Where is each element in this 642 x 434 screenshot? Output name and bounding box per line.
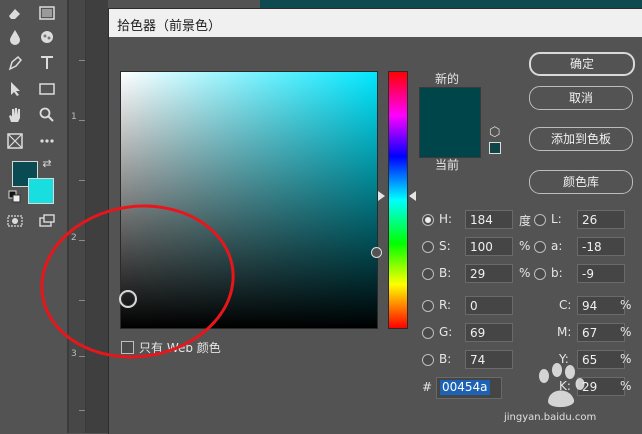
dialog-title: 拾色器（前景色） <box>117 19 222 34</box>
lab-l-input[interactable]: 26 <box>577 210 625 229</box>
saturation-label: S: <box>439 239 451 253</box>
hex-input[interactable]: 00454a <box>436 377 502 399</box>
ruler-tick <box>79 60 85 61</box>
brush-texture-icon[interactable] <box>36 26 58 48</box>
eraser-icon[interactable] <box>4 2 26 24</box>
hand-icon[interactable] <box>4 104 26 126</box>
background-color-swatch[interactable] <box>28 178 54 204</box>
web-safe-swatch[interactable] <box>489 142 501 154</box>
blue-label: B: <box>439 352 452 366</box>
new-color-label: 新的 <box>435 72 460 86</box>
lab-l-radio[interactable] <box>534 214 546 226</box>
zoom-icon[interactable] <box>36 104 58 126</box>
type-tool-icon[interactable] <box>36 52 58 74</box>
current-color-swatch[interactable] <box>419 125 481 158</box>
default-colors-icon[interactable] <box>8 190 22 204</box>
lab-b-label: b: <box>551 266 563 280</box>
hue-slider-left-arrow-icon[interactable] <box>378 191 385 201</box>
hue-radio[interactable] <box>422 214 434 226</box>
lab-a-input[interactable]: -18 <box>577 237 625 256</box>
hue-slider-right-arrow-icon[interactable] <box>409 191 416 201</box>
cyan-label: C: <box>559 298 572 312</box>
cyan-input[interactable]: 94 <box>577 296 625 315</box>
brightness-input[interactable]: 29 <box>465 264 513 283</box>
magenta-unit: % <box>620 325 632 339</box>
tools-panel: ⇄ <box>0 0 66 433</box>
ruler-tick <box>79 180 85 181</box>
brightness-label: B: <box>439 266 452 280</box>
new-color-swatch <box>419 87 481 126</box>
ruler-mark: 1 <box>71 112 77 122</box>
current-color-label: 当前 <box>435 158 460 172</box>
paw-logo-icon <box>539 363 585 408</box>
lab-l-label: L: <box>551 212 562 226</box>
more-tools-icon[interactable] <box>36 130 58 152</box>
gradient-icon[interactable] <box>36 2 58 24</box>
cyan-unit: % <box>620 298 632 312</box>
red-input[interactable]: 0 <box>465 296 513 315</box>
hue-slider[interactable] <box>388 71 408 329</box>
hue-label: H: <box>439 212 453 226</box>
cancel-button[interactable]: 取消 <box>529 86 633 110</box>
add-to-swatches-button[interactable]: 添加到色板 <box>529 127 633 151</box>
blur-drop-icon[interactable] <box>4 26 26 48</box>
swap-colors-icon[interactable]: ⇄ <box>40 156 54 170</box>
saturation-input[interactable]: 100 <box>465 237 513 256</box>
saturation-radio[interactable] <box>422 241 434 253</box>
screen-mode-icon[interactable] <box>36 210 58 232</box>
field-edge-marker <box>371 247 382 258</box>
vertical-ruler: 1 2 3 <box>69 0 86 433</box>
watermark-text: jingyan.baidu.com <box>504 412 597 423</box>
blue-radio[interactable] <box>422 354 434 366</box>
hex-value-selected: 00454a <box>440 380 490 395</box>
green-radio[interactable] <box>422 327 434 339</box>
out-of-gamut-cube-icon[interactable]: ⬡ <box>489 125 500 140</box>
ruler-tick <box>79 410 85 411</box>
hue-unit: 度 <box>519 214 532 228</box>
ruler-mark: 3 <box>71 349 77 359</box>
pen-icon[interactable] <box>4 52 26 74</box>
rectangle-tool-icon[interactable] <box>36 78 58 100</box>
lab-b-input[interactable]: -9 <box>577 264 625 283</box>
red-radio[interactable] <box>422 300 434 312</box>
green-input[interactable]: 69 <box>465 323 513 342</box>
lab-a-radio[interactable] <box>534 241 546 253</box>
brightness-unit: % <box>519 266 531 280</box>
frame-icon[interactable] <box>4 130 26 152</box>
color-libraries-button[interactable]: 颜色库 <box>529 170 633 194</box>
lab-a-label: a: <box>551 239 563 253</box>
saturation-unit: % <box>519 239 531 253</box>
lab-b-radio[interactable] <box>534 268 546 280</box>
green-label: G: <box>439 325 453 339</box>
ruler-tick <box>79 356 85 357</box>
quick-mask-icon[interactable] <box>4 210 26 232</box>
ruler-tick <box>79 120 85 121</box>
hex-label: # <box>422 380 433 394</box>
brightness-radio[interactable] <box>422 268 434 280</box>
path-selection-icon[interactable] <box>4 78 26 100</box>
hue-input[interactable]: 184 <box>465 210 513 229</box>
dialog-titlebar[interactable]: 拾色器（前景色） <box>109 9 642 37</box>
magenta-label: M: <box>557 325 572 339</box>
magenta-input[interactable]: 67 <box>577 323 625 342</box>
ok-button[interactable]: 确定 <box>529 52 635 76</box>
red-label: R: <box>439 298 452 312</box>
canvas-document <box>260 0 642 8</box>
baidu-watermark: jingyan.baidu.com <box>504 362 640 432</box>
